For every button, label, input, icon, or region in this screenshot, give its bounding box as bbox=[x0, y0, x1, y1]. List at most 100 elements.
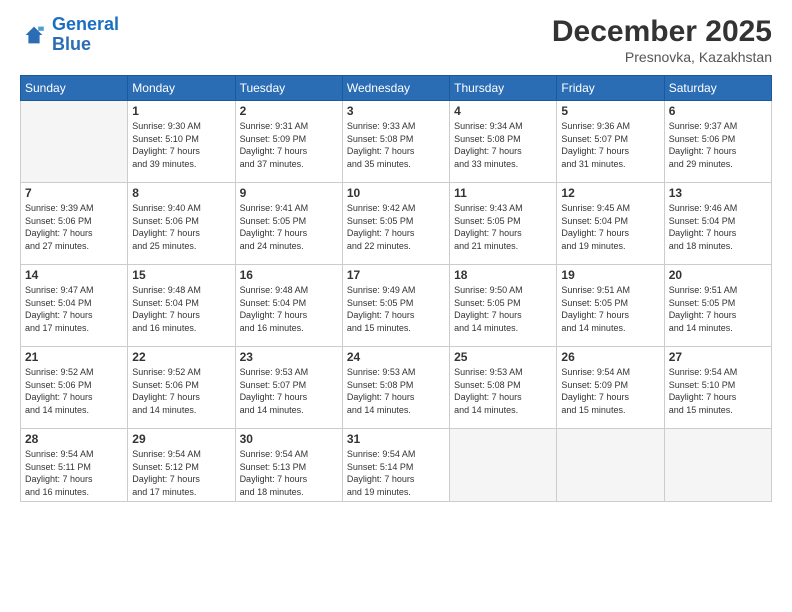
day-info: Sunrise: 9:42 AMSunset: 5:05 PMDaylight:… bbox=[347, 202, 445, 252]
day-number: 16 bbox=[240, 268, 338, 282]
calendar-cell bbox=[450, 429, 557, 502]
calendar-cell: 31Sunrise: 9:54 AMSunset: 5:14 PMDayligh… bbox=[342, 429, 449, 502]
day-info: Sunrise: 9:41 AMSunset: 5:05 PMDaylight:… bbox=[240, 202, 338, 252]
calendar-cell: 11Sunrise: 9:43 AMSunset: 5:05 PMDayligh… bbox=[450, 183, 557, 265]
calendar-cell: 7Sunrise: 9:39 AMSunset: 5:06 PMDaylight… bbox=[21, 183, 128, 265]
day-info: Sunrise: 9:37 AMSunset: 5:06 PMDaylight:… bbox=[669, 120, 767, 170]
day-info: Sunrise: 9:30 AMSunset: 5:10 PMDaylight:… bbox=[132, 120, 230, 170]
day-info: Sunrise: 9:43 AMSunset: 5:05 PMDaylight:… bbox=[454, 202, 552, 252]
calendar-cell: 6 Sunrise: 9:37 AMSunset: 5:06 PMDaylight… bbox=[664, 101, 771, 183]
calendar-cell: 9 Sunrise: 9:41 AMSunset: 5:05 PMDaylight… bbox=[235, 183, 342, 265]
weekday-header-row: SundayMondayTuesdayWednesdayThursdayFrid… bbox=[21, 76, 772, 101]
calendar-cell: 16Sunrise: 9:48 AMSunset: 5:04 PMDayligh… bbox=[235, 265, 342, 347]
location: Presnovka, Kazakhstan bbox=[552, 49, 772, 65]
calendar-cell: 24Sunrise: 9:53 AMSunset: 5:08 PMDayligh… bbox=[342, 347, 449, 429]
calendar-cell: 27 Sunrise: 9:54 AMSunset: 5:10 PMDayligh… bbox=[664, 347, 771, 429]
day-number: 21 bbox=[25, 350, 123, 364]
calendar-week-2: 7Sunrise: 9:39 AMSunset: 5:06 PMDaylight… bbox=[21, 183, 772, 265]
calendar-cell: 22 Sunrise: 9:52 AMSunset: 5:06 PMDayligh… bbox=[128, 347, 235, 429]
day-number: 7 bbox=[25, 186, 123, 200]
weekday-header-saturday: Saturday bbox=[664, 76, 771, 101]
calendar-cell: 4 Sunrise: 9:34 AMSunset: 5:08 PMDaylight… bbox=[450, 101, 557, 183]
day-number: 13 bbox=[669, 186, 767, 200]
calendar-cell: 8 Sunrise: 9:40 AMSunset: 5:06 PMDaylight… bbox=[128, 183, 235, 265]
page: General Blue December 2025 Presnovka, Ka… bbox=[0, 0, 792, 612]
day-info: Sunrise: 9:53 AMSunset: 5:08 PMDaylight:… bbox=[347, 366, 445, 416]
day-info: Sunrise: 9:53 AMSunset: 5:08 PMDaylight:… bbox=[454, 366, 552, 416]
day-info: Sunrise: 9:36 AMSunset: 5:07 PMDaylight:… bbox=[561, 120, 659, 170]
calendar-week-4: 21 Sunrise: 9:52 AMSunset: 5:06 PMDayligh… bbox=[21, 347, 772, 429]
day-number: 14 bbox=[25, 268, 123, 282]
logo: General Blue bbox=[20, 15, 119, 55]
day-info: Sunrise: 9:54 AMSunset: 5:09 PMDaylight:… bbox=[561, 366, 659, 416]
day-info: Sunrise: 9:46 AMSunset: 5:04 PMDaylight:… bbox=[669, 202, 767, 252]
header: General Blue December 2025 Presnovka, Ka… bbox=[20, 15, 772, 65]
day-info: Sunrise: 9:47 AMSunset: 5:04 PMDaylight:… bbox=[25, 284, 123, 334]
calendar-cell: 3 Sunrise: 9:33 AMSunset: 5:08 PMDaylight… bbox=[342, 101, 449, 183]
weekday-header-sunday: Sunday bbox=[21, 76, 128, 101]
day-number: 30 bbox=[240, 432, 338, 446]
day-info: Sunrise: 9:51 AMSunset: 5:05 PMDaylight:… bbox=[669, 284, 767, 334]
day-info: Sunrise: 9:53 AMSunset: 5:07 PMDaylight:… bbox=[240, 366, 338, 416]
day-number: 8 bbox=[132, 186, 230, 200]
calendar-cell bbox=[664, 429, 771, 502]
calendar-week-3: 14 Sunrise: 9:47 AMSunset: 5:04 PMDayligh… bbox=[21, 265, 772, 347]
calendar-cell: 18Sunrise: 9:50 AMSunset: 5:05 PMDayligh… bbox=[450, 265, 557, 347]
weekday-header-monday: Monday bbox=[128, 76, 235, 101]
weekday-header-thursday: Thursday bbox=[450, 76, 557, 101]
day-info: Sunrise: 9:34 AMSunset: 5:08 PMDaylight:… bbox=[454, 120, 552, 170]
logo-icon bbox=[20, 21, 48, 49]
day-number: 23 bbox=[240, 350, 338, 364]
day-number: 26 bbox=[561, 350, 659, 364]
day-info: Sunrise: 9:54 AMSunset: 5:14 PMDaylight:… bbox=[347, 448, 445, 498]
day-info: Sunrise: 9:49 AMSunset: 5:05 PMDaylight:… bbox=[347, 284, 445, 334]
weekday-header-wednesday: Wednesday bbox=[342, 76, 449, 101]
day-number: 19 bbox=[561, 268, 659, 282]
day-info: Sunrise: 9:45 AMSunset: 5:04 PMDaylight:… bbox=[561, 202, 659, 252]
day-info: Sunrise: 9:51 AMSunset: 5:05 PMDaylight:… bbox=[561, 284, 659, 334]
day-info: Sunrise: 9:52 AMSunset: 5:06 PMDaylight:… bbox=[132, 366, 230, 416]
calendar: SundayMondayTuesdayWednesdayThursdayFrid… bbox=[20, 75, 772, 502]
calendar-cell: 25Sunrise: 9:53 AMSunset: 5:08 PMDayligh… bbox=[450, 347, 557, 429]
day-info: Sunrise: 9:33 AMSunset: 5:08 PMDaylight:… bbox=[347, 120, 445, 170]
calendar-cell: 5 Sunrise: 9:36 AMSunset: 5:07 PMDaylight… bbox=[557, 101, 664, 183]
day-number: 17 bbox=[347, 268, 445, 282]
day-number: 20 bbox=[669, 268, 767, 282]
logo-general: General bbox=[52, 14, 119, 34]
calendar-cell: 12 Sunrise: 9:45 AMSunset: 5:04 PMDayligh… bbox=[557, 183, 664, 265]
day-info: Sunrise: 9:48 AMSunset: 5:04 PMDaylight:… bbox=[132, 284, 230, 334]
day-info: Sunrise: 9:54 AMSunset: 5:10 PMDaylight:… bbox=[669, 366, 767, 416]
day-info: Sunrise: 9:50 AMSunset: 5:05 PMDaylight:… bbox=[454, 284, 552, 334]
calendar-cell: 23 Sunrise: 9:53 AMSunset: 5:07 PMDayligh… bbox=[235, 347, 342, 429]
day-number: 10 bbox=[347, 186, 445, 200]
weekday-header-tuesday: Tuesday bbox=[235, 76, 342, 101]
day-info: Sunrise: 9:54 AMSunset: 5:11 PMDaylight:… bbox=[25, 448, 123, 498]
calendar-cell: 19 Sunrise: 9:51 AMSunset: 5:05 PMDayligh… bbox=[557, 265, 664, 347]
calendar-cell: 26 Sunrise: 9:54 AMSunset: 5:09 PMDayligh… bbox=[557, 347, 664, 429]
day-number: 3 bbox=[347, 104, 445, 118]
day-info: Sunrise: 9:40 AMSunset: 5:06 PMDaylight:… bbox=[132, 202, 230, 252]
day-number: 12 bbox=[561, 186, 659, 200]
calendar-cell bbox=[557, 429, 664, 502]
calendar-cell: 21Sunrise: 9:52 AMSunset: 5:06 PMDayligh… bbox=[21, 347, 128, 429]
calendar-cell: 15 Sunrise: 9:48 AMSunset: 5:04 PMDayligh… bbox=[128, 265, 235, 347]
month-year: December 2025 bbox=[552, 15, 772, 49]
day-number: 27 bbox=[669, 350, 767, 364]
day-number: 29 bbox=[132, 432, 230, 446]
calendar-cell: 10 Sunrise: 9:42 AMSunset: 5:05 PMDayligh… bbox=[342, 183, 449, 265]
day-number: 15 bbox=[132, 268, 230, 282]
day-number: 5 bbox=[561, 104, 659, 118]
day-number: 9 bbox=[240, 186, 338, 200]
day-number: 22 bbox=[132, 350, 230, 364]
day-info: Sunrise: 9:54 AMSunset: 5:13 PMDaylight:… bbox=[240, 448, 338, 498]
day-number: 6 bbox=[669, 104, 767, 118]
logo-text: General Blue bbox=[52, 15, 119, 55]
logo-blue: Blue bbox=[52, 35, 119, 55]
title-block: December 2025 Presnovka, Kazakhstan bbox=[552, 15, 772, 65]
calendar-week-1: 1Sunrise: 9:30 AMSunset: 5:10 PMDaylight… bbox=[21, 101, 772, 183]
calendar-cell: 14 Sunrise: 9:47 AMSunset: 5:04 PMDayligh… bbox=[21, 265, 128, 347]
day-info: Sunrise: 9:54 AMSunset: 5:12 PMDaylight:… bbox=[132, 448, 230, 498]
day-number: 28 bbox=[25, 432, 123, 446]
day-info: Sunrise: 9:31 AMSunset: 5:09 PMDaylight:… bbox=[240, 120, 338, 170]
day-number: 4 bbox=[454, 104, 552, 118]
